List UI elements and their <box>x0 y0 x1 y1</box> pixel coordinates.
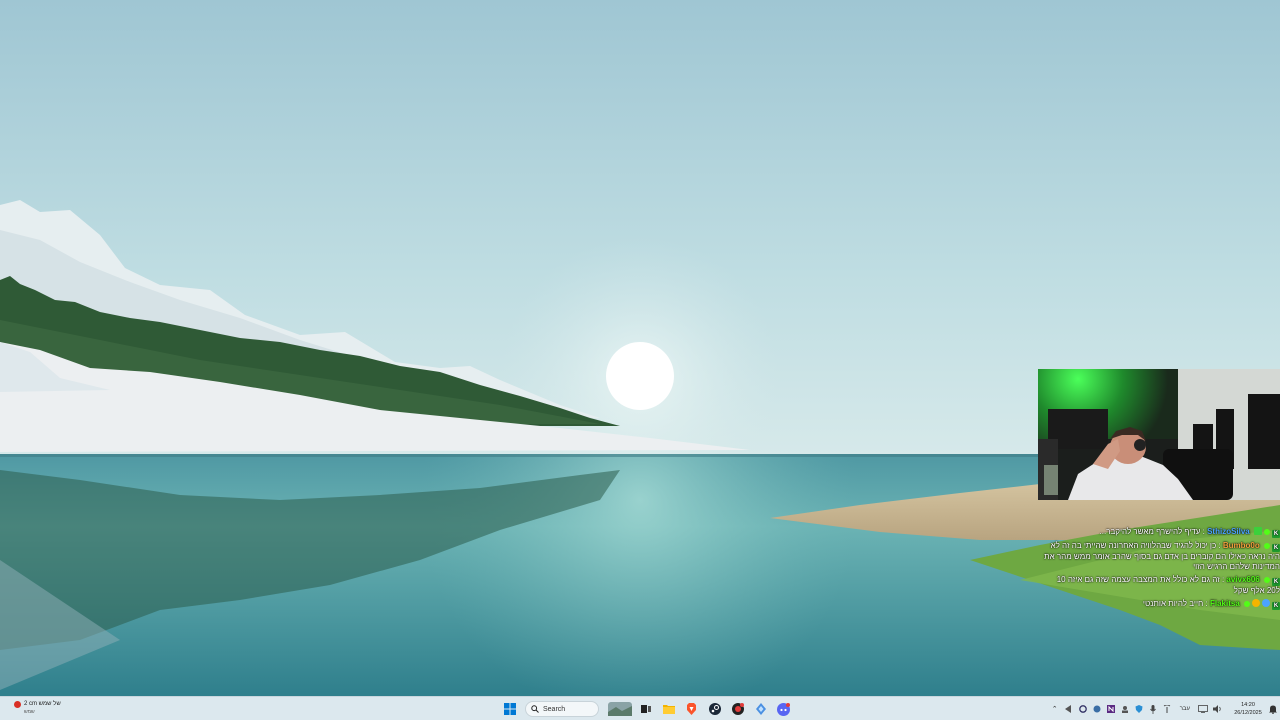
taskbar-pinned-apps: Search <box>498 699 795 719</box>
tray-app-icon[interactable] <box>1118 699 1132 719</box>
tray-app-icon[interactable] <box>1132 699 1146 719</box>
tray-arrow-icon <box>1064 705 1071 713</box>
taskbar: 2 cm של שמש שמש Search ⌃ עבר 14:20 26/12… <box>0 696 1280 720</box>
tray-circle-icon <box>1093 705 1101 713</box>
microphone-icon <box>1149 704 1156 714</box>
chat-message: K avivx606 : זה גם לא כולל את המצבה עצמה… <box>1056 575 1280 595</box>
network-button[interactable] <box>1196 699 1210 719</box>
tray-overflow-chevron-icon[interactable]: ⌃ <box>1048 699 1062 719</box>
tray-app-icon[interactable] <box>1104 699 1118 719</box>
k-icon: K <box>1272 530 1280 538</box>
weather-temperature: 2 cm של שמש <box>24 701 61 707</box>
gold-coin-icon <box>1252 599 1260 607</box>
chat-username: Flakitsa <box>1209 599 1240 608</box>
taskbar-clock[interactable]: 14:20 26/12/2025 <box>1230 701 1266 717</box>
widgets-button[interactable] <box>607 699 633 719</box>
red-app-button[interactable] <box>728 699 748 719</box>
windows-start-icon <box>503 703 516 715</box>
gem-icon <box>1264 529 1270 535</box>
brave-browser-button[interactable] <box>682 699 702 719</box>
microphone-button[interactable] <box>1146 699 1160 719</box>
blue-app-button[interactable] <box>751 699 771 719</box>
k-icon: K <box>1272 602 1280 610</box>
tray-antenna-icon <box>1163 705 1170 713</box>
monitor-network-icon <box>1198 705 1208 713</box>
chat-text: עדיף להישרף מאשר להיקבר... <box>1099 527 1201 536</box>
steam-button[interactable] <box>705 699 725 719</box>
search-label: Search <box>543 705 566 713</box>
k-icon: K <box>1272 578 1280 586</box>
gem-icon <box>1244 601 1250 607</box>
chat-username: avivx606 <box>1226 575 1260 584</box>
weather-alert-icon <box>14 701 21 708</box>
steam-icon <box>708 703 721 715</box>
gem-icon <box>1264 577 1270 583</box>
gem-icon <box>1264 543 1270 549</box>
folder-icon <box>662 705 675 714</box>
bell-icon <box>1269 705 1277 714</box>
clock-date: 26/12/2025 <box>1234 710 1262 716</box>
tray-app-icon[interactable] <box>1076 699 1090 719</box>
k-icon: K <box>1272 544 1280 552</box>
tray-shield-icon <box>1135 705 1143 713</box>
chat-username: Bumbo0o <box>1222 541 1260 550</box>
task-view-icon <box>640 705 651 713</box>
blue-circle-icon <box>1262 599 1270 607</box>
volume-button[interactable] <box>1210 699 1224 719</box>
tray-n-icon <box>1106 705 1115 713</box>
start-button[interactable] <box>500 699 520 719</box>
system-tray: ⌃ עבר 14:20 26/12/2025 <box>1048 699 1280 719</box>
gift-icon <box>1254 527 1262 535</box>
tray-app-icon[interactable] <box>1062 699 1076 719</box>
app-red-icon <box>731 703 744 715</box>
chat-text: חייב להיות אותנטי <box>1142 599 1204 608</box>
speaker-icon <box>1212 705 1221 713</box>
discord-icon <box>777 702 790 716</box>
weather-widget[interactable]: 2 cm של שמש שמש <box>10 700 80 718</box>
task-view-button[interactable] <box>636 699 656 719</box>
search-icon <box>531 705 539 713</box>
weather-description: שמש <box>24 709 35 715</box>
tray-person-icon <box>1121 706 1128 713</box>
widget-landscape-icon <box>607 702 632 716</box>
chat-username: SthizoSilva <box>1207 527 1250 536</box>
tray-app-icon[interactable] <box>1160 699 1174 719</box>
language-indicator[interactable]: עבר <box>1180 706 1190 712</box>
file-explorer-button[interactable] <box>659 699 679 719</box>
discord-button[interactable] <box>774 699 794 719</box>
chat-overlay: K SthizoSilva : עדיף להישרף מאשר להיקבר.… <box>1044 527 1280 613</box>
streamer-camera-feed <box>1038 369 1280 500</box>
notifications-button[interactable] <box>1266 699 1280 719</box>
app-blue-icon <box>755 703 766 715</box>
chat-message: K Bumbo0o : כן יכול להגיד שבהלוויה האחרו… <box>1044 541 1280 571</box>
taskbar-search-box[interactable]: Search <box>525 701 599 717</box>
chat-message: K Flakitsa : חייב להיות אותנטי <box>1142 599 1280 610</box>
tray-app-icon[interactable] <box>1090 699 1104 719</box>
tray-gear-icon <box>1078 705 1087 713</box>
webcam-overlay <box>1038 369 1280 500</box>
clock-time: 14:20 <box>1241 702 1255 708</box>
brave-icon <box>687 703 696 715</box>
chat-message: K SthizoSilva : עדיף להישרף מאשר להיקבר.… <box>1099 527 1280 538</box>
